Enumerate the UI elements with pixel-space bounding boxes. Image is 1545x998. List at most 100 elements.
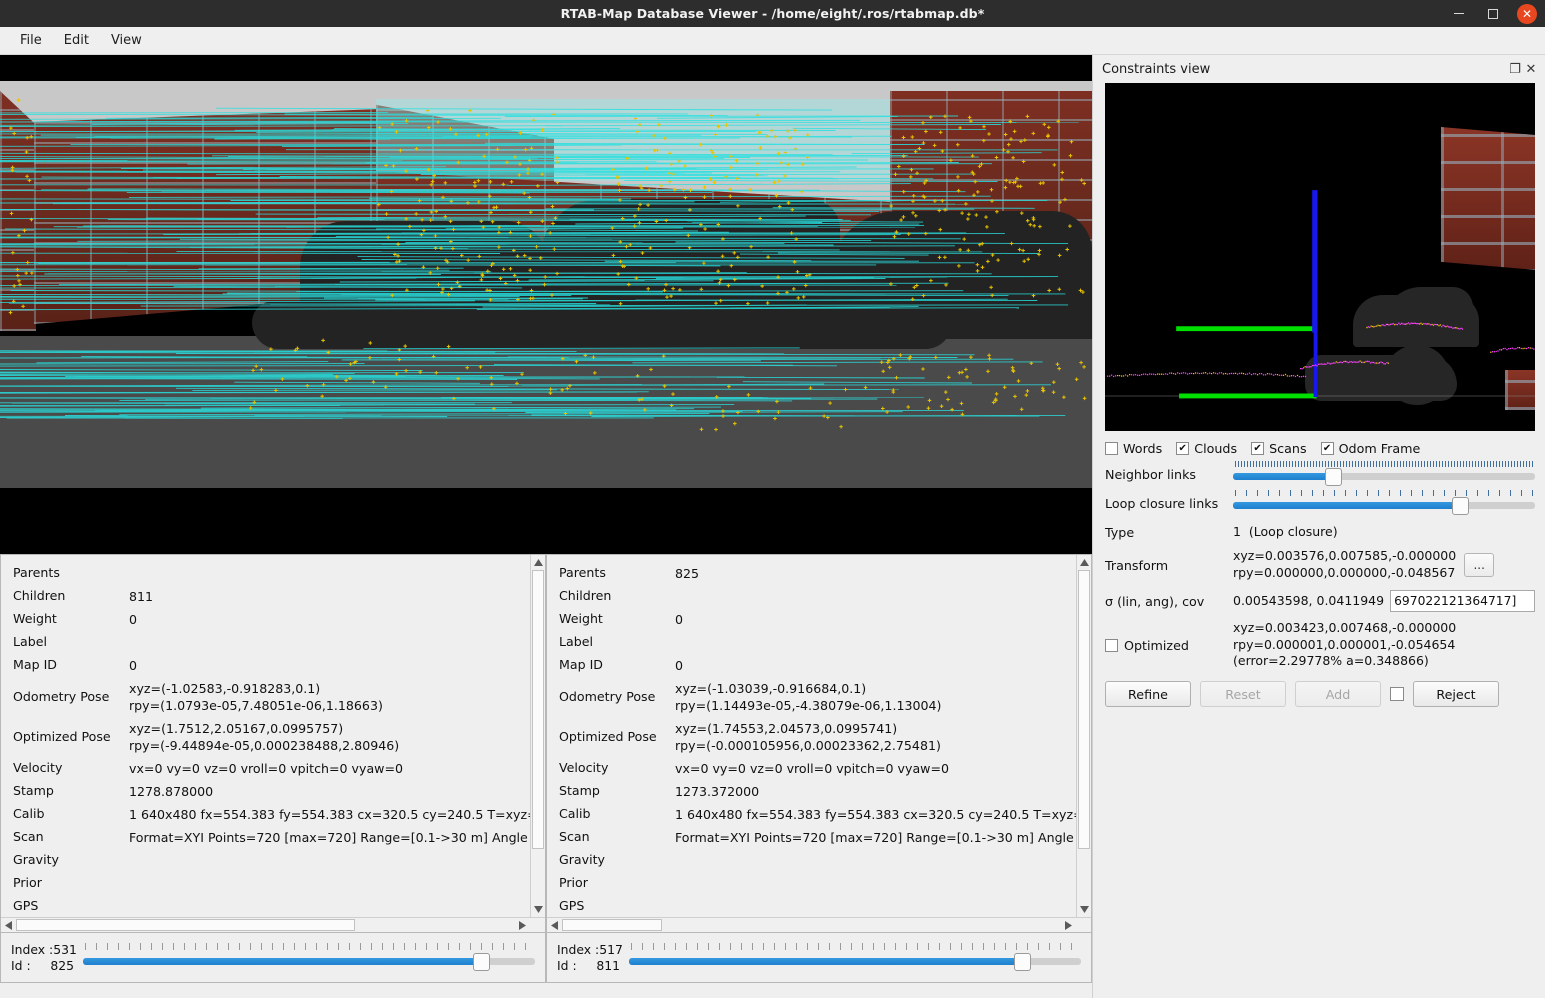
optimized-checkbox-box[interactable] — [1105, 638, 1118, 652]
checkbox-words[interactable]: Words — [1105, 441, 1162, 456]
slider-thumb[interactable] — [472, 952, 490, 971]
slider-groove[interactable] — [82, 957, 535, 965]
slider-thumb[interactable] — [1324, 468, 1342, 486]
property-row: Children — [559, 585, 1076, 608]
cv-overlay — [1105, 190, 1535, 399]
slider-thumb[interactable] — [1014, 952, 1032, 971]
menu-edit[interactable]: Edit — [54, 30, 99, 51]
scroll-thumb[interactable] — [1078, 570, 1090, 849]
property-key: Weight — [559, 611, 603, 627]
left-vertical-scrollbar[interactable] — [530, 555, 545, 917]
transform-more-button[interactable]: ... — [1464, 553, 1495, 577]
scroll-thumb-horizontal[interactable] — [562, 919, 662, 931]
slider-ticks — [1235, 461, 1533, 467]
property-row: Gravity — [13, 849, 530, 872]
left-horizontal-scrollbar[interactable] — [1, 917, 545, 932]
property-row: Label — [559, 631, 1076, 654]
slider-groove[interactable] — [1233, 502, 1535, 509]
scroll-track[interactable] — [1077, 570, 1091, 902]
checkbox-scans-box[interactable] — [1251, 442, 1265, 455]
sigma-value: 0.00543598, 0.0411949 — [1233, 592, 1385, 608]
reject-checkbox[interactable] — [1390, 687, 1404, 701]
window-title: RTAB-Map Database Viewer - /home/eight/.… — [560, 6, 985, 21]
property-value: 0 — [129, 657, 138, 673]
scroll-left-icon[interactable] — [547, 918, 562, 932]
property-row: GPS — [13, 895, 530, 917]
scroll-up-icon[interactable] — [1077, 555, 1091, 570]
right-vertical-scrollbar[interactable] — [1076, 555, 1091, 917]
checkbox-clouds-box[interactable] — [1176, 442, 1190, 455]
left-index-labels: Index :531 Id : 825 — [11, 942, 77, 973]
property-key: Odometry Pose — [559, 688, 656, 704]
property-value: xyz=(-1.02583,-0.918283,0.1) rpy=(1.0793… — [129, 680, 383, 713]
property-value: Format=XYI Points=720 [max=720] Range=[0… — [129, 829, 528, 845]
slider-fill — [1233, 473, 1333, 480]
slider-groove[interactable] — [628, 957, 1081, 965]
checkbox-words-box[interactable] — [1105, 442, 1118, 455]
property-key: Stamp — [13, 783, 54, 799]
checkbox-words-label: Words — [1123, 441, 1163, 456]
left-node-panel: Parents Children 811 Weight 0 Label Map ID 0 Odo… — [0, 554, 546, 933]
right-node-slider-strip: Index :517 Id : 811 — [546, 933, 1092, 983]
checkbox-clouds[interactable]: Clouds — [1176, 441, 1237, 456]
property-key: GPS — [559, 898, 585, 914]
loop-closure-links-label: Loop closure links — [1105, 496, 1219, 511]
property-key: Prior — [559, 875, 588, 891]
right-node-panel: Parents 825 Children Weight 0 Label Map ID 0 Odo… — [546, 554, 1092, 933]
scroll-right-icon[interactable] — [1061, 918, 1076, 932]
dock-float-icon[interactable]: ❐ — [1507, 61, 1523, 77]
property-row: Calib 1 640x480 fx=554.383 fy=554.383 cx=… — [13, 803, 530, 826]
left-node-slider-strip: Index :531 Id : 825 — [0, 933, 546, 983]
checkbox-clouds-label: Clouds — [1194, 441, 1238, 456]
scroll-down-icon[interactable] — [1077, 902, 1091, 917]
right-node-slider[interactable] — [628, 941, 1081, 975]
dock-close-icon[interactable]: ✕ — [1523, 61, 1539, 77]
loop-closure-links-slider[interactable] — [1233, 490, 1535, 517]
refine-button[interactable]: Refine — [1105, 681, 1191, 707]
scroll-thumb[interactable] — [532, 570, 544, 849]
scroll-up-icon[interactable] — [531, 555, 545, 570]
checkbox-scans-label: Scans — [1269, 441, 1307, 456]
scroll-left-icon[interactable] — [1, 918, 16, 932]
covariance-input[interactable]: 697022121364717] — [1390, 590, 1535, 612]
menu-file[interactable]: File — [10, 30, 52, 51]
checkbox-odom-frame[interactable]: Odom Frame — [1320, 441, 1421, 456]
scroll-track-horizontal[interactable] — [562, 918, 1061, 932]
optimized-checkbox-group[interactable]: Optimized — [1105, 638, 1233, 653]
scroll-down-icon[interactable] — [531, 902, 545, 917]
scroll-track[interactable] — [531, 570, 545, 902]
neighbor-links-slider[interactable] — [1233, 461, 1535, 488]
property-value: 1273.372000 — [675, 783, 760, 799]
close-icon[interactable]: ✕ — [1517, 3, 1537, 24]
scroll-track-horizontal[interactable] — [16, 918, 515, 932]
menu-view[interactable]: View — [101, 30, 152, 51]
scroll-right-icon[interactable] — [515, 918, 530, 932]
right-horizontal-scrollbar[interactable] — [547, 917, 1091, 932]
property-value: 1 640x480 fx=554.383 fy=554.383 cx=320.5… — [129, 806, 530, 822]
slider-groove[interactable] — [1233, 473, 1535, 480]
maximize-icon[interactable] — [1483, 4, 1503, 24]
checkbox-odom-frame-label: Odom Frame — [1338, 441, 1421, 456]
left-index-label: Index :531 — [11, 942, 77, 957]
property-key: Stamp — [559, 783, 600, 799]
constraints-3d-view[interactable] — [1105, 83, 1535, 431]
scroll-thumb-horizontal[interactable] — [16, 919, 356, 931]
checkbox-odom-frame-box[interactable] — [1320, 442, 1334, 455]
minimize-icon[interactable] — [1449, 4, 1469, 24]
dock-title-label: Constraints view — [1102, 61, 1211, 77]
property-row: Optimized Pose xyz=(1.7512,2.05167,0.0995… — [13, 717, 530, 757]
property-row: Prior — [13, 872, 530, 895]
type-value: 1 (Loop closure) — [1233, 523, 1338, 539]
left-node-slider[interactable] — [82, 941, 535, 975]
right-id-label: Id : 811 — [557, 957, 620, 973]
display-options-row: Words Clouds Scans Odom Frame — [1093, 431, 1545, 460]
transform-value: xyz=0.003576,0.007585,-0.000000 rpy=0.00… — [1233, 548, 1457, 580]
feature-match-viewport[interactable] — [0, 55, 1092, 554]
checkbox-scans[interactable]: Scans — [1251, 441, 1307, 456]
reject-button[interactable]: Reject — [1413, 681, 1499, 707]
neighbor-links-label: Neighbor links — [1105, 467, 1197, 482]
property-key: Map ID — [559, 657, 603, 673]
slider-fill — [628, 957, 1023, 965]
property-row: Label — [13, 631, 530, 654]
slider-thumb[interactable] — [1451, 497, 1469, 515]
